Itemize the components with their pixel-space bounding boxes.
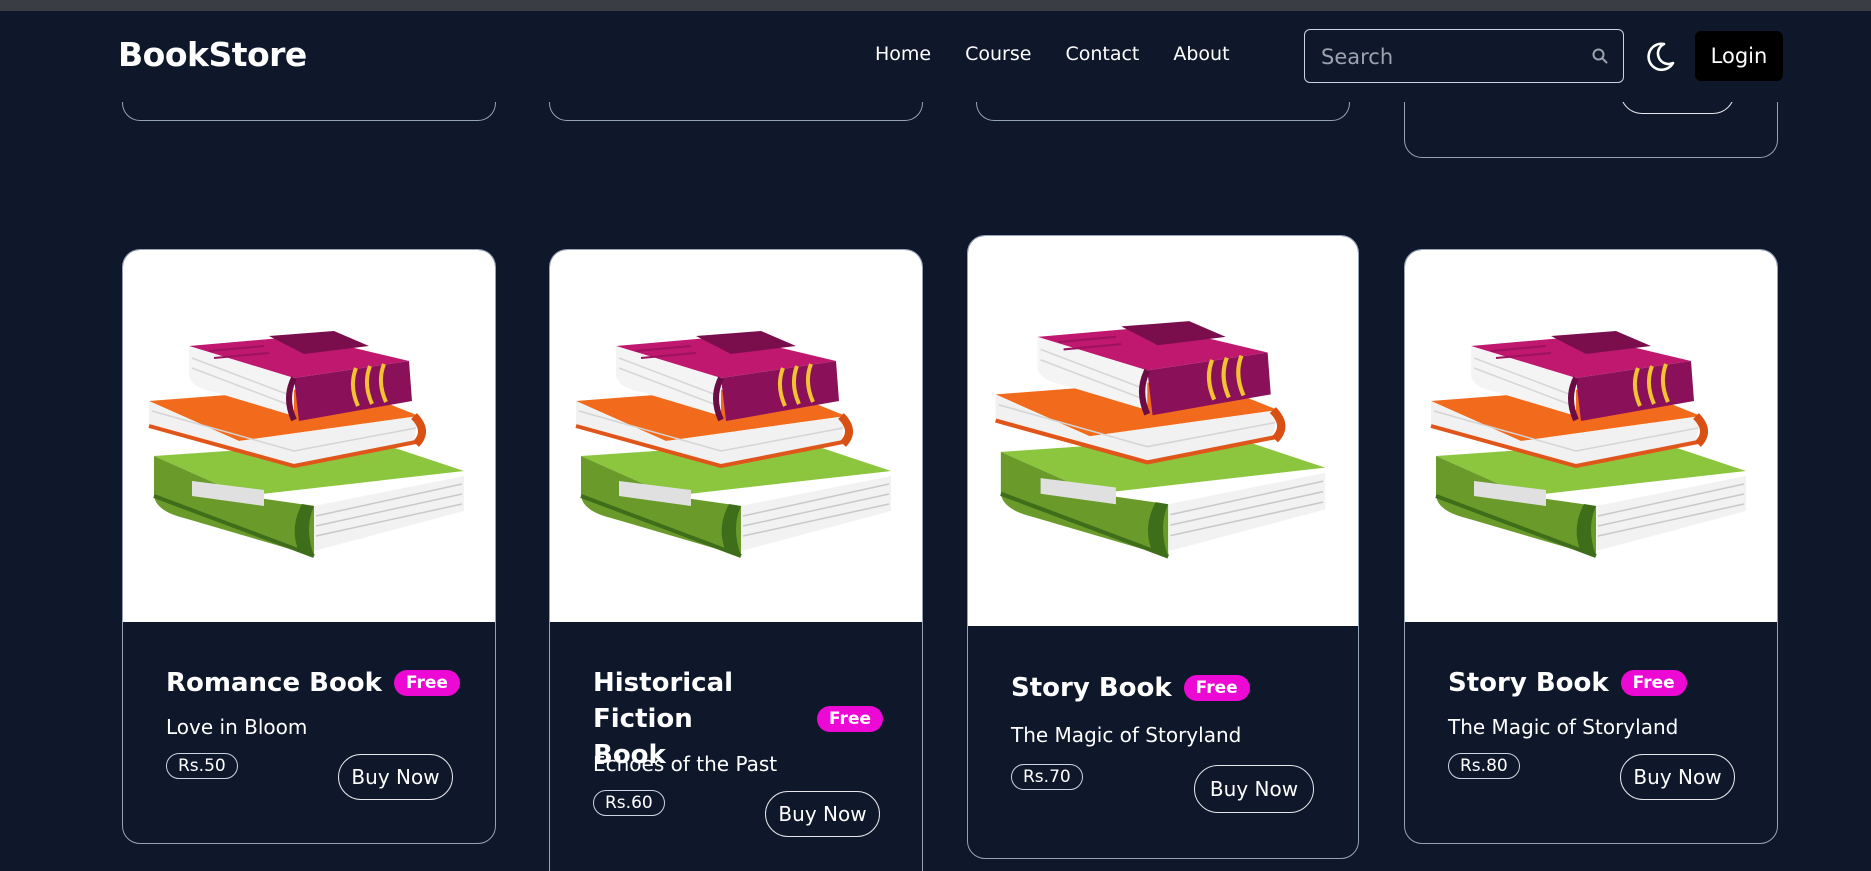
card-subtitle: The Magic of Storyland (1448, 715, 1679, 739)
moon-icon[interactable] (1642, 39, 1678, 75)
card-title-row: Story Book Free (1011, 670, 1250, 706)
search-box (1304, 29, 1624, 83)
nav-home[interactable]: Home (875, 43, 931, 65)
price-tag: Rs.80 (1448, 753, 1520, 779)
book-card[interactable]: Story Book Free The Magic of Storyland R… (967, 235, 1359, 859)
nav-contact[interactable]: Contact (1065, 43, 1139, 65)
card-title: Story Book (1011, 673, 1172, 703)
card-subtitle: Love in Bloom (166, 715, 308, 739)
books-stack-icon (571, 306, 901, 566)
buy-now-button[interactable]: Buy Now (765, 791, 880, 837)
nav-about[interactable]: About (1173, 43, 1229, 65)
book-image (1405, 250, 1777, 622)
card-title-row: Romance Book Free (166, 665, 460, 701)
search-input[interactable] (1319, 40, 1583, 74)
buy-now-button[interactable]: Buy Now (1194, 765, 1314, 813)
buy-now-button[interactable]: Buy Now (1620, 754, 1735, 800)
book-card[interactable]: Historical Fiction Book Free Echoes of t… (549, 249, 923, 871)
books-stack-icon (990, 295, 1336, 567)
nav-course[interactable]: Course (965, 43, 1031, 65)
page: BookStore Home Course Contact About Logi… (0, 0, 1871, 871)
book-image (550, 250, 922, 622)
brand-logo[interactable]: BookStore (118, 35, 307, 74)
price-tag: Rs.70 (1011, 764, 1083, 790)
book-card[interactable]: Romance Book Free Love in Bloom Rs.50 Bu… (122, 249, 496, 844)
price-tag: Rs.60 (593, 790, 665, 816)
buy-now-button[interactable]: Buy Now (338, 754, 453, 800)
card-subtitle: Echoes of the Past (593, 752, 778, 776)
card-subtitle: The Magic of Storyland (1011, 723, 1242, 747)
card-title: Story Book (1448, 668, 1609, 698)
price-tag: Rs.50 (166, 753, 238, 779)
free-badge: Free (817, 706, 883, 732)
free-badge: Free (393, 670, 460, 696)
browser-top-edge (0, 0, 1871, 11)
books-stack-icon (144, 306, 474, 566)
free-badge: Free (1620, 670, 1687, 696)
book-image (968, 236, 1358, 626)
card-title: Romance Book (166, 668, 382, 698)
book-image (123, 250, 495, 622)
free-badge: Free (1183, 675, 1250, 701)
books-stack-icon (1426, 306, 1756, 566)
navbar: BookStore Home Course Contact About Logi… (0, 11, 1871, 102)
book-card[interactable]: Story Book Free The Magic of Storyland R… (1404, 249, 1778, 844)
search-icon[interactable] (1591, 47, 1609, 65)
login-button[interactable]: Login (1695, 31, 1783, 81)
card-title-row: Story Book Free (1448, 665, 1687, 701)
nav-links: Home Course Contact About (875, 43, 1264, 65)
